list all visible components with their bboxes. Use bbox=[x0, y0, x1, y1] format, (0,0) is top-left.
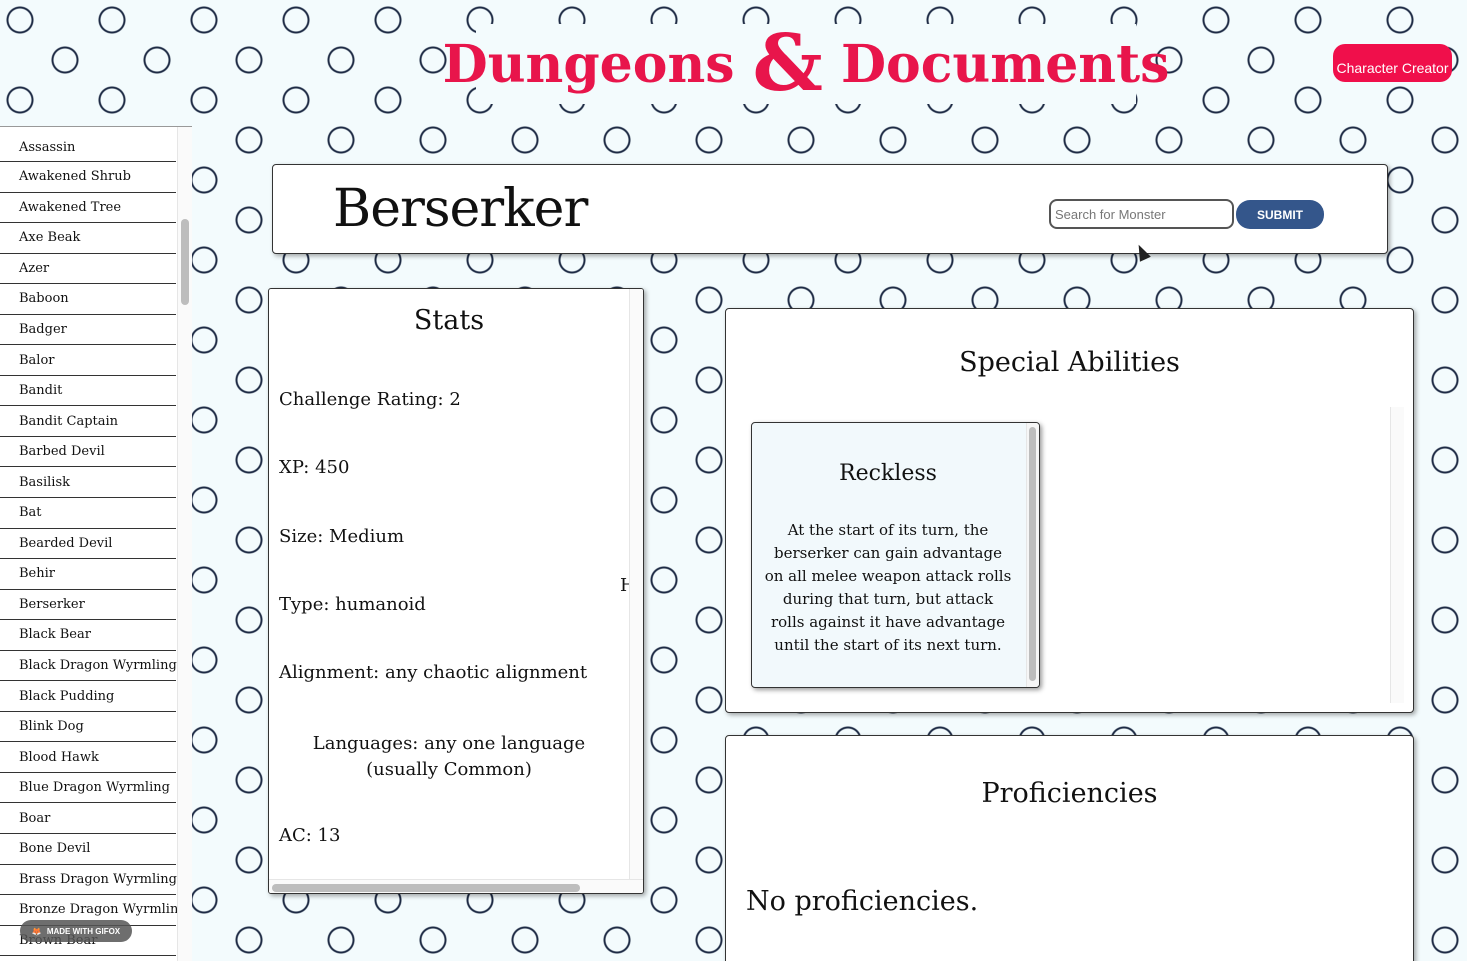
special-abilities-panel: Special Abilities Reckless At the start … bbox=[725, 308, 1414, 713]
sidebar-monster-item[interactable]: Bat bbox=[0, 498, 176, 529]
special-abilities-title: Special Abilities bbox=[959, 347, 1180, 378]
sidebar-monster-item[interactable]: Blood Hawk bbox=[0, 742, 176, 773]
sidebar-scrollbar-thumb[interactable] bbox=[181, 219, 189, 305]
stats-title: Stats bbox=[413, 305, 485, 336]
ability-card-scrollbar[interactable] bbox=[1026, 423, 1039, 687]
site-header: Dungeons & Documents Character Creator bbox=[0, 0, 1467, 110]
sidebar-monster-item[interactable]: Blue Dragon Wyrmling bbox=[0, 773, 176, 804]
site-logo[interactable]: Dungeons & Documents bbox=[443, 18, 1169, 109]
stats-vertical-scrollbar[interactable] bbox=[629, 289, 643, 879]
sidebar-monster-item[interactable]: Balor bbox=[0, 345, 176, 376]
sidebar-monster-item[interactable]: Brass Dragon Wyrmling bbox=[0, 865, 177, 896]
stats-horizontal-scrollbar-thumb[interactable] bbox=[272, 884, 580, 892]
sidebar-monster-item[interactable]: Boar bbox=[0, 803, 176, 835]
stat-xp: XP: 450 bbox=[279, 457, 350, 478]
sidebar-monster-item[interactable]: Assassin bbox=[0, 127, 176, 162]
sidebar-monster-item[interactable]: Awakened Shrub bbox=[0, 162, 176, 193]
sidebar-monster-item[interactable]: Badger bbox=[0, 315, 176, 346]
sidebar-monster-item[interactable]: Barbed Devil bbox=[0, 437, 176, 468]
ability-description: At the start of its turn, the berserker … bbox=[764, 521, 1012, 654]
monster-title-panel: Berserker SUBMIT bbox=[272, 164, 1388, 254]
sidebar-monster-item[interactable]: Bandit Captain bbox=[0, 406, 176, 437]
search-submit-button[interactable]: SUBMIT bbox=[1236, 200, 1324, 229]
sidebar-monster-item[interactable]: Blink Dog bbox=[0, 712, 176, 743]
ability-name: Reckless bbox=[839, 461, 937, 486]
abilities-scrollbar[interactable] bbox=[1390, 407, 1404, 703]
sidebar-monster-item[interactable]: Bandit bbox=[0, 376, 176, 407]
stat-ac: AC: 13 bbox=[279, 825, 341, 846]
sidebar-monster-item[interactable]: Bearded Devil bbox=[0, 529, 176, 560]
sidebar-monster-item[interactable]: Azer bbox=[0, 254, 176, 285]
stat-type: Type: humanoid bbox=[279, 594, 426, 615]
sidebar-monster-item[interactable]: Behir bbox=[0, 559, 176, 590]
ability-card[interactable]: Reckless At the start of its turn, the b… bbox=[751, 422, 1040, 688]
sidebar-monster-item[interactable]: Berserker bbox=[0, 590, 176, 621]
sidebar-scrollbar[interactable] bbox=[177, 127, 192, 961]
monster-list-sidebar[interactable]: Assassin Awakened Shrub Awakened Tree Axe B… bbox=[0, 126, 192, 961]
ability-card-scrollbar-thumb[interactable] bbox=[1029, 427, 1036, 681]
stat-size: Size: Medium bbox=[279, 526, 405, 547]
sidebar-monster-item[interactable]: Black Bear bbox=[0, 620, 176, 651]
logo-ampersand-dragon-icon: & bbox=[752, 18, 823, 109]
proficiencies-title: Proficiencies bbox=[981, 778, 1158, 809]
proficiencies-panel: Proficiencies No proficiencies. bbox=[725, 735, 1414, 961]
sidebar-monster-item[interactable]: Basilisk bbox=[0, 467, 176, 499]
stat-challenge-rating: Challenge Rating: 2 bbox=[279, 389, 461, 410]
sidebar-monster-item[interactable]: Axe Beak bbox=[0, 223, 176, 254]
stat-alignment: Alignment: any chaotic alignment bbox=[279, 662, 588, 683]
gifox-badge-label: MADE WITH GIFOX bbox=[46, 926, 121, 936]
sidebar-monster-item[interactable]: Awakened Tree bbox=[0, 193, 176, 224]
sidebar-monster-item[interactable]: Baboon bbox=[0, 284, 176, 315]
monster-search-input[interactable] bbox=[1049, 199, 1234, 229]
gifox-watermark-badge: 🦊 MADE WITH GIFOX bbox=[20, 920, 132, 942]
sidebar-monster-item[interactable]: Black Pudding bbox=[0, 681, 176, 712]
logo-text-documents: Documents bbox=[840, 33, 1170, 95]
proficiencies-empty-text: No proficiencies. bbox=[746, 886, 979, 917]
fox-icon: 🦊 bbox=[31, 926, 42, 936]
monster-name: Berserker bbox=[333, 179, 588, 239]
sidebar-monster-item[interactable]: Black Dragon Wyrmling bbox=[0, 651, 177, 682]
stat-languages: Languages: any one language (usually Com… bbox=[312, 733, 586, 780]
logo-text-dungeons: Dungeons bbox=[442, 33, 735, 95]
stats-panel[interactable]: Stats Challenge Rating: 2 XP: 450 Size: … bbox=[268, 288, 644, 894]
sidebar-monster-item[interactable]: Bone Devil bbox=[0, 834, 176, 865]
monster-list: Assassin Awakened Shrub Awakened Tree Axe B… bbox=[0, 127, 192, 957]
character-creator-button[interactable]: Character Creator bbox=[1333, 44, 1452, 82]
stats-horizontal-scrollbar[interactable] bbox=[269, 879, 643, 893]
